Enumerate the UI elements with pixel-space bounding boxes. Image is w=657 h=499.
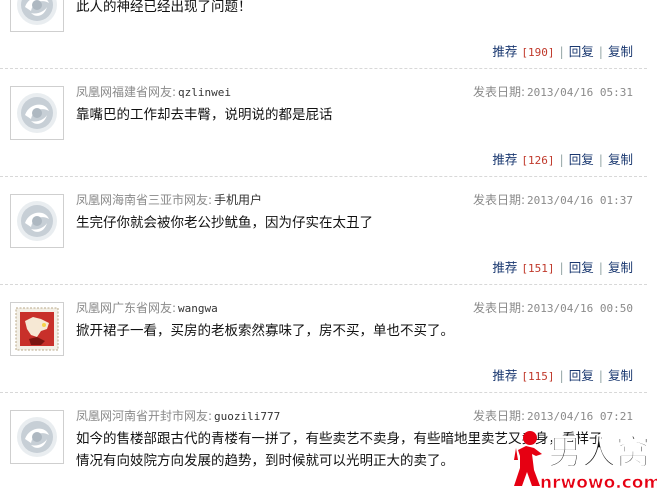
copy-button[interactable]: 复制: [608, 368, 633, 383]
comment-item: 凤凰网福建省网友: qzlinwei 发表日期: 2013/04/16 05:31 …: [0, 84, 657, 177]
post-date: 发表日期: 2013/04/16 01:37: [472, 193, 633, 207]
comment-item: 此人的神经已经出现了问题！ 推荐 [190] | 回复 | 复制: [0, 0, 657, 69]
reply-button[interactable]: 回复: [569, 44, 594, 59]
post-date: 发表日期: 2013/04/16 07:21: [472, 409, 633, 423]
comment-header: 凤凰网海南省三亚市网友: 手机用户: [76, 192, 262, 208]
copy-button[interactable]: 复制: [608, 152, 633, 167]
comment-divider: [0, 68, 647, 69]
user-source: 凤凰网福建省网友:: [76, 85, 177, 99]
user-source: 凤凰网广东省网友:: [76, 301, 177, 315]
comment-text: 此人的神经已经出现了问题！: [76, 0, 252, 15]
svg-text:男人窝: 男人窝: [548, 433, 650, 473]
action-separator: |: [598, 44, 603, 59]
user-avatar[interactable]: [10, 194, 64, 248]
user-source: 凤凰网海南省三亚市网友:: [76, 193, 213, 207]
action-separator: |: [598, 260, 603, 275]
ifeng-logo-icon: [17, 201, 57, 241]
ifeng-logo-icon: [17, 0, 57, 25]
comment-actions: 推荐 [126] | 回复 | 复制: [492, 152, 633, 168]
comment-header: 凤凰网福建省网友: qzlinwei: [76, 84, 231, 100]
ifeng-logo-icon: [17, 93, 57, 133]
user-avatar[interactable]: [10, 302, 64, 356]
recommend-count: [126]: [521, 154, 555, 167]
action-separator: |: [559, 368, 564, 383]
copy-button[interactable]: 复制: [608, 44, 633, 59]
reply-button[interactable]: 回复: [569, 368, 594, 383]
recommend-button[interactable]: 推荐 [151]: [492, 260, 554, 275]
watermark-logo: 男人窝 nrwowo.com: [512, 424, 657, 496]
stamp-map-icon: [15, 307, 59, 351]
recommend-count: [151]: [521, 262, 555, 275]
reply-button[interactable]: 回复: [569, 260, 594, 275]
comment-text: 掀开裙子一看，买房的老板索然寡味了，房不买，单也不买了。: [76, 323, 454, 339]
nrwowo-logo-icon: 男人窝 nrwowo.com: [514, 431, 657, 493]
svg-text:nrwowo.com: nrwowo.com: [540, 473, 657, 493]
comment-divider: [0, 392, 647, 393]
comment-header: 凤凰网广东省网友: wangwa: [76, 300, 218, 316]
comment-actions: 推荐 [151] | 回复 | 复制: [492, 260, 633, 276]
username-link[interactable]: wangwa: [178, 302, 218, 315]
post-date: 发表日期: 2013/04/16 00:50: [472, 301, 633, 315]
action-separator: |: [559, 44, 564, 59]
copy-button[interactable]: 复制: [608, 260, 633, 275]
comment-divider: [0, 284, 647, 285]
user-avatar[interactable]: [10, 410, 64, 464]
recommend-button[interactable]: 推荐 [115]: [492, 368, 554, 383]
ifeng-logo-icon: [17, 417, 57, 457]
action-separator: |: [598, 368, 603, 383]
action-separator: |: [559, 152, 564, 167]
recommend-count: [190]: [521, 46, 555, 59]
action-separator: |: [598, 152, 603, 167]
recommend-count: [115]: [521, 370, 555, 383]
user-source: 凤凰网河南省开封市网友:: [76, 409, 213, 423]
username-link[interactable]: 手机用户: [214, 193, 262, 207]
comment-item: 凤凰网海南省三亚市网友: 手机用户 发表日期: 2013/04/16 01:37 生…: [0, 192, 657, 285]
comment-item: 凤凰网广东省网友: wangwa 发表日期: 2013/04/16 00:50 掀开…: [0, 300, 657, 393]
user-avatar[interactable]: [10, 86, 64, 140]
comment-actions: 推荐 [190] | 回复 | 复制: [492, 44, 633, 60]
reply-button[interactable]: 回复: [569, 152, 594, 167]
user-avatar[interactable]: [10, 0, 64, 32]
username-link[interactable]: qzlinwei: [178, 86, 231, 99]
recommend-button[interactable]: 推荐 [126]: [492, 152, 554, 167]
comment-list: 此人的神经已经出现了问题！ 推荐 [190] | 回复 | 复制 凤凰网福建省网友: qz…: [0, 0, 657, 496]
comment-text-line: 情况有向妓院方向发展的趋势，到时候就可以光明正大的卖了。: [76, 453, 454, 469]
comment-text: 靠嘴巴的工作却去丰臀，说明说的都是屁话: [76, 107, 333, 123]
comment-actions: 推荐 [115] | 回复 | 复制: [492, 368, 633, 384]
comment-header: 凤凰网河南省开封市网友: guozili777: [76, 408, 280, 424]
username-link[interactable]: guozili777: [214, 410, 280, 423]
comment-divider: [0, 176, 647, 177]
post-date: 发表日期: 2013/04/16 05:31: [472, 85, 633, 99]
comment-text: 生完仔你就会被你老公抄鱿鱼，因为仔实在太丑了: [76, 215, 373, 231]
recommend-button[interactable]: 推荐 [190]: [492, 44, 554, 59]
action-separator: |: [559, 260, 564, 275]
